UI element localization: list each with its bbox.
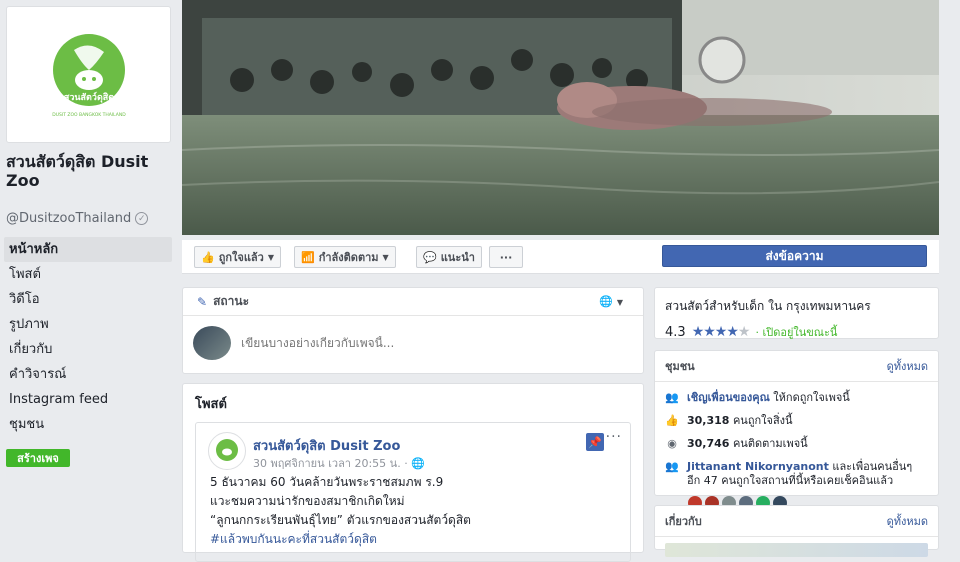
posts-section-title: โพสต์ (195, 397, 227, 412)
posts-section: โพสต์ สวนสัตว์ดุสิต Dusit Zoo 30 พฤศจิกา… (182, 383, 644, 562)
friends-like-row: 👥 Jittanant Nikornyanont และเพื่อนคนอื่น… (655, 460, 938, 488)
caret-down-icon: ▼ (382, 252, 389, 262)
rss-icon: 📶 (301, 250, 315, 264)
post-composer: ✎ สถานะ 🌐 ▼ (182, 287, 644, 374)
composer-input[interactable] (241, 336, 621, 350)
pin-icon[interactable]: 📌 (586, 433, 604, 451)
dusit-zoo-logo: สวนสัตว์ดุสิต DUSIT ZOO BANGKOK THAILAND (52, 33, 126, 118)
rating-row: 4.3 ★★★★★ · เปิดอยู่ในขณะนี้ (665, 323, 928, 341)
nav-item-about[interactable]: เกี่ยวกับ (4, 337, 172, 362)
composer-header: ✎ สถานะ 🌐 ▼ (183, 288, 643, 316)
likes-count: 30,318 (687, 414, 730, 427)
caret-down-icon: ▼ (267, 252, 275, 262)
composer-body (183, 316, 643, 370)
caret-down-icon: ▼ (616, 298, 623, 307)
follows-row: ◉ 30,746 คนติดตามเพจนี้ (655, 437, 938, 451)
community-header: ชุมชน ดูทั้งหมด (655, 351, 938, 382)
pinned-post: สวนสัตว์ดุสิต Dusit Zoo 30 พฤศจิกายน เวล… (195, 422, 631, 562)
rating-card: สวนสัตว์สำหรับเด็ก ใน กรุงเทพมหานคร 4.3 … (654, 287, 939, 341)
pencil-icon: ✎ (197, 294, 208, 309)
like-button[interactable]: 👍 ถูกใจแล้ว ▼ (194, 246, 282, 268)
globe-icon: 🌐 (411, 457, 425, 470)
see-all-link[interactable]: ดูทั้งหมด (887, 512, 928, 530)
page-action-bar: 👍 ถูกใจแล้ว ▼ 📶 กำลังติดตาม ▼ 💬 แนะนำ ··… (182, 240, 939, 274)
people-icon: 👥 (665, 460, 679, 473)
star-rating-icon[interactable]: ★★★★★ (691, 324, 751, 340)
nav-item-photos[interactable]: รูปภาพ (4, 312, 172, 337)
see-all-link[interactable]: ดูทั้งหมด (887, 357, 928, 375)
nav-item-community[interactable]: ชุมชน (4, 412, 172, 437)
post-line-2: แวะชมความน่ารักของสมาชิกเกิดใหม่ (210, 494, 405, 508)
about-card: เกี่ยวกับ ดูทั้งหมด (654, 505, 939, 557)
page-profile-picture[interactable]: สวนสัตว์ดุสิต DUSIT ZOO BANGKOK THAILAND (6, 6, 171, 143)
following-button[interactable]: 📶 กำลังติดตาม ▼ (294, 246, 396, 268)
likes-row: 👍 30,318 คนถูกใจสิ่งนี้ (655, 414, 938, 428)
recommend-button[interactable]: 💬 แนะนำ (416, 246, 482, 268)
about-title: เกี่ยวกับ (665, 515, 702, 528)
nav-item-instagram-feed[interactable]: Instagram feed (4, 387, 172, 412)
post-author-name[interactable]: สวนสัตว์ดุสิต Dusit Zoo (253, 435, 400, 456)
chat-bubble-icon: 💬 (423, 250, 437, 264)
rating-score: 4.3 (665, 324, 686, 340)
check-circle-icon: ✓ (135, 212, 149, 225)
nav-item-home[interactable]: หน้าหลัก (4, 237, 172, 262)
invite-friends-row: 👥 เชิญเพื่อนของคุณ ให้กดถูกใจเพจนี้ (655, 391, 938, 405)
post-timestamp-text: 30 พฤศจิกายน เวลา 20:55 น. · (253, 457, 408, 470)
post-timestamp[interactable]: 30 พฤศจิกายน เวลา 20:55 น. · 🌐 (253, 454, 425, 472)
likes-text: คนถูกใจสิ่งนี้ (729, 414, 793, 427)
nav-item-videos[interactable]: วิดีโอ (4, 287, 172, 312)
friend-name-link[interactable]: Jittanant Nikornyanont (687, 460, 829, 473)
send-message-button[interactable]: ส่งข้อความ (662, 245, 927, 267)
recommend-button-label: แนะนำ (440, 251, 475, 264)
category-location[interactable]: สวนสัตว์สำหรับเด็ก ใน กรุงเทพมหานคร (665, 297, 928, 316)
thumbs-up-icon: 👍 (201, 250, 215, 264)
page-handle-text: @DusitzooThailand (6, 211, 132, 226)
page-title[interactable]: สวนสัตว์ดุสิต Dusit Zoo (6, 152, 174, 190)
invite-friends-text: ให้กดถูกใจเพจนี้ (769, 391, 850, 404)
logo-thai-text: สวนสัตว์ดุสิต (63, 91, 113, 103)
logo-english-text: DUSIT ZOO BANGKOK THAILAND (52, 112, 126, 118)
invite-friends-link[interactable]: เชิญเพื่อนของคุณ (687, 391, 770, 404)
more-icon[interactable]: ··· (606, 429, 622, 445)
follows-count: 30,746 (687, 437, 730, 450)
cover-hippo-image (182, 0, 939, 235)
cover-photo[interactable] (182, 0, 939, 235)
post-line-1: 5 ธันวาคม 60 วันคล้ายวันพระราชสมภพ ร.9 (210, 475, 444, 489)
about-header: เกี่ยวกับ ดูทั้งหมด (655, 506, 938, 537)
nav-item-reviews[interactable]: คำวิจารณ์ (4, 362, 172, 387)
community-card: ชุมชน ดูทั้งหมด 👥 เชิญเพื่อนของคุณ ให้กด… (654, 350, 939, 510)
dusit-zoo-logo (216, 439, 238, 461)
create-page-button[interactable]: สร้างเพจ (6, 449, 70, 467)
page-handle[interactable]: @DusitzooThailand ✓ (6, 211, 149, 226)
following-button-label: กำลังติดตาม (318, 251, 379, 264)
stars-filled: ★★★★ (691, 324, 739, 340)
composer-tab-status[interactable]: สถานะ (213, 292, 249, 311)
location-map[interactable] (665, 543, 928, 557)
star-empty: ★ (737, 324, 751, 340)
post-body: 5 ธันวาคม 60 วันคล้ายวันพระราชสมภพ ร.9 แ… (210, 473, 471, 549)
open-now-status: · เปิดอยู่ในขณะนี้ (755, 326, 838, 339)
nav-item-posts[interactable]: โพสต์ (4, 262, 172, 287)
rss-icon: ◉ (667, 437, 677, 450)
post-author-avatar[interactable] (208, 432, 246, 470)
like-button-label: ถูกใจแล้ว (218, 251, 264, 264)
people-icon: 👥 (665, 391, 679, 404)
globe-icon: 🌐 (599, 295, 613, 308)
community-title: ชุมชน (665, 360, 695, 373)
thumbs-up-icon: 👍 (665, 414, 679, 427)
left-navigation: หน้าหลัก โพสต์ วิดีโอ รูปภาพ เกี่ยวกับ ค… (4, 237, 172, 437)
follows-text: คนติดตามเพจนี้ (729, 437, 808, 450)
post-line-3: “ลูกนกกระเรียนพันธุ์ไทย” ตัวแรกของสวนสัต… (210, 513, 471, 527)
more-options-button[interactable]: ··· (489, 246, 523, 268)
audience-selector[interactable]: 🌐 ▼ (599, 295, 623, 308)
user-avatar (193, 326, 231, 360)
